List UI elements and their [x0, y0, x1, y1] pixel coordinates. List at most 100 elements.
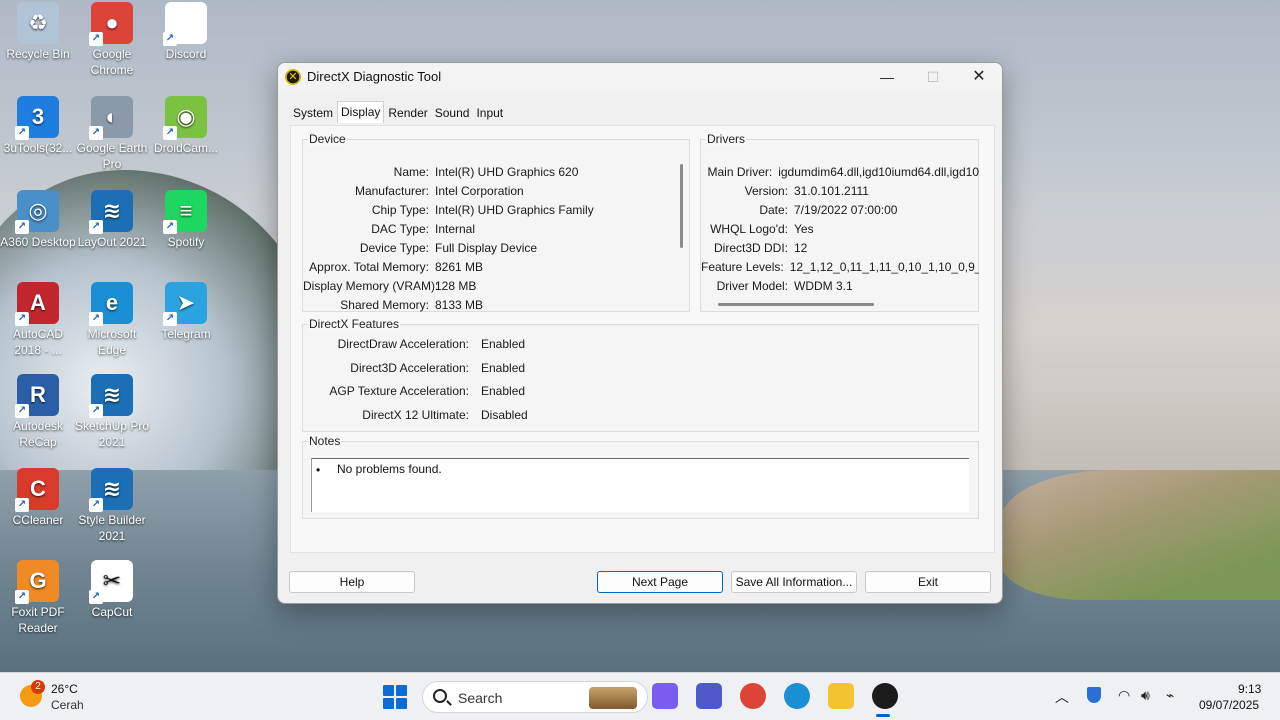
taskbar-search-box[interactable]: Search — [422, 681, 648, 713]
device-scrollbar[interactable] — [680, 164, 683, 248]
capcut-icon: ✂ ↗ — [89, 560, 133, 604]
driver-key: WHQL Logo'd: — [710, 222, 788, 236]
feature-key: DirectDraw Acceleration: — [337, 337, 469, 351]
feature-key: Direct3D Acceleration: — [350, 360, 469, 375]
directx-features-group: DirectX Features DirectDraw Acceleration… — [302, 317, 979, 432]
desktop-icon-autodesk-recap[interactable]: R ↗ Autodesk ReCap — [0, 374, 76, 450]
feature-value: Enabled — [481, 337, 526, 351]
title-bar[interactable]: ✕ DirectX Diagnostic Tool — ☐ ✕ — [278, 63, 1002, 91]
directx-icon: ✕ — [285, 69, 301, 85]
clock-time[interactable]: 9:13 — [1238, 682, 1261, 696]
notification-badge: 2 — [31, 680, 45, 694]
desktop-icon-microsoft-edge[interactable]: e ↗ Microsoft Edge — [74, 282, 150, 358]
display-tab-panel: Device Name: Intel(R) UHD Graphics 620 Man… — [290, 125, 995, 553]
desktop-icon-3utools[interactable]: 3 ↗ 3uTools(32... — [0, 96, 76, 156]
desktop-icon-droidcam[interactable]: ◉ ↗ DroidCam... — [148, 96, 224, 156]
show-hidden-icons-chevron-icon[interactable]: ︿ — [1055, 687, 1069, 707]
tab-input[interactable]: Input — [473, 104, 506, 124]
driver-key: Direct3D DDI: — [713, 241, 788, 255]
wallpaper-grass — [1000, 470, 1280, 600]
shortcut-arrow-icon: ↗ — [89, 220, 103, 234]
device-value: 8133 MB — [435, 298, 484, 312]
driver-row: Version: 31.0.101.2111 — [701, 184, 979, 198]
tab-sound[interactable]: Sound — [432, 104, 473, 124]
device-row: Chip Type: Intel(R) UHD Graphics Family — [303, 203, 679, 217]
recycle-bin-icon: ♻ — [17, 2, 59, 44]
exit-button[interactable]: Exit — [865, 571, 991, 593]
device-group[interactable]: Device Name: Intel(R) UHD Graphics 620 Man… — [302, 132, 690, 312]
shortcut-arrow-icon: ↗ — [15, 312, 29, 326]
tab-display[interactable]: Display — [337, 101, 385, 123]
sketchup-pro-icon: ≋ ↗ — [89, 374, 133, 418]
minimize-button[interactable]: — — [864, 63, 910, 91]
driver-key: Version: — [744, 184, 788, 198]
battery-icon[interactable]: ⌁ — [1166, 687, 1174, 704]
taskbar-chrome-icon[interactable] — [740, 683, 766, 709]
next-page-button[interactable]: Next Page — [597, 571, 723, 593]
volume-icon[interactable]: 🔊︎ — [1141, 687, 1150, 704]
taskbar-dxdiag-icon[interactable] — [872, 683, 898, 709]
desktop-icon-foxit-pdf[interactable]: G ↗ Foxit PDF Reader — [0, 560, 76, 636]
start-button[interactable] — [383, 685, 407, 709]
clock-date[interactable]: 09/07/2025 — [1199, 698, 1259, 712]
active-app-indicator — [876, 714, 890, 717]
close-button[interactable]: ✕ — [956, 63, 1002, 91]
desktop-icon-google-chrome[interactable]: ● ↗ Google Chrome — [74, 2, 150, 78]
tab-system[interactable]: System — [290, 104, 336, 124]
shortcut-arrow-icon: ↗ — [163, 32, 177, 46]
foxit-pdf-icon: G ↗ — [15, 560, 59, 604]
droidcam-icon: ◉ ↗ — [163, 96, 207, 140]
device-value: 8261 MB — [435, 260, 484, 274]
desktop-icon-label: DroidCam... — [153, 141, 218, 155]
device-value: Full Display Device — [435, 241, 538, 255]
desktop-icon-discord[interactable]: ↗ Discord — [148, 2, 224, 62]
discord-icon: ↗ — [163, 2, 207, 46]
shortcut-arrow-icon: ↗ — [89, 404, 103, 418]
feature-row: AGP Texture Acceleration: Enabled — [303, 384, 525, 398]
shortcut-arrow-icon: ↗ — [15, 126, 29, 140]
driver-key: Driver Model: — [716, 279, 788, 293]
desktop-icon-layout-2021[interactable]: ≋ ↗ LayOut 2021 — [74, 190, 150, 250]
desktop-icon-capcut[interactable]: ✂ ↗ CapCut — [74, 560, 150, 620]
desktop-icon-label: AutoCAD 2018 - ... — [12, 327, 64, 357]
taskbar-file-explorer-icon[interactable] — [828, 683, 854, 709]
help-button[interactable]: Help — [289, 571, 415, 593]
device-key: Approx. Total Memory: — [309, 260, 429, 274]
desktop-icon-telegram[interactable]: ➤ ↗ Telegram — [148, 282, 224, 342]
desktop-icon-label: Style Builder 2021 — [78, 513, 146, 543]
desktop-icon-ccleaner[interactable]: C ↗ CCleaner — [0, 468, 76, 528]
drivers-scrollbar[interactable] — [718, 303, 874, 306]
device-row: Display Memory (VRAM): 128 MB — [303, 279, 679, 293]
tab-render[interactable]: Render — [385, 104, 430, 124]
desktop-icon-spotify[interactable]: ≡ ↗ Spotify — [148, 190, 224, 250]
drivers-group[interactable]: Drivers Main Driver: igdumdim64.dll,igd10… — [700, 132, 979, 312]
wifi-icon[interactable]: ◠ — [1118, 687, 1130, 704]
drivers-group-label: Drivers — [706, 132, 746, 146]
notes-textbox[interactable]: • No problems found. — [311, 458, 969, 512]
feature-row: DirectDraw Acceleration: Enabled — [303, 337, 525, 351]
layout-2021-icon: ≋ ↗ — [89, 190, 133, 234]
driver-row: WHQL Logo'd: Yes — [701, 222, 979, 236]
windows-logo-icon — [383, 685, 394, 696]
desktop-icon-google-earth-pro[interactable]: ◐ ↗ Google Earth Pro — [74, 96, 150, 172]
desktop-icon-a360-desktop[interactable]: ◎ ↗ A360 Desktop — [0, 190, 76, 250]
device-key: Name: — [393, 165, 429, 179]
maximize-button[interactable]: ☐ — [910, 63, 956, 91]
taskbar-copilot-icon[interactable] — [652, 683, 678, 709]
desktop-icon-style-builder[interactable]: ≋ ↗ Style Builder 2021 — [74, 468, 150, 544]
window-title: DirectX Diagnostic Tool — [307, 69, 442, 84]
search-highlight-image — [589, 687, 637, 709]
desktop-icon-autocad[interactable]: A ↗ AutoCAD 2018 - ... — [0, 282, 76, 358]
weather-temperature[interactable]: 26°C — [51, 682, 78, 696]
taskbar-teams-icon[interactable] — [696, 683, 722, 709]
google-earth-pro-icon: ◐ ↗ — [89, 96, 133, 140]
desktop-icon-label: Telegram — [161, 327, 211, 341]
taskbar-edge-icon[interactable] — [784, 683, 810, 709]
desktop-icon-recycle-bin[interactable]: ♻ Recycle Bin — [0, 2, 76, 62]
driver-value: WDDM 3.1 — [794, 279, 853, 293]
security-shield-icon[interactable] — [1087, 687, 1101, 703]
save-all-information-button[interactable]: Save All Information... — [731, 571, 857, 593]
weather-condition[interactable]: Cerah — [51, 698, 84, 712]
notes-text: No problems found. — [337, 462, 442, 476]
desktop-icon-sketchup-pro[interactable]: ≋ ↗ SketchUp Pro 2021 — [74, 374, 150, 450]
